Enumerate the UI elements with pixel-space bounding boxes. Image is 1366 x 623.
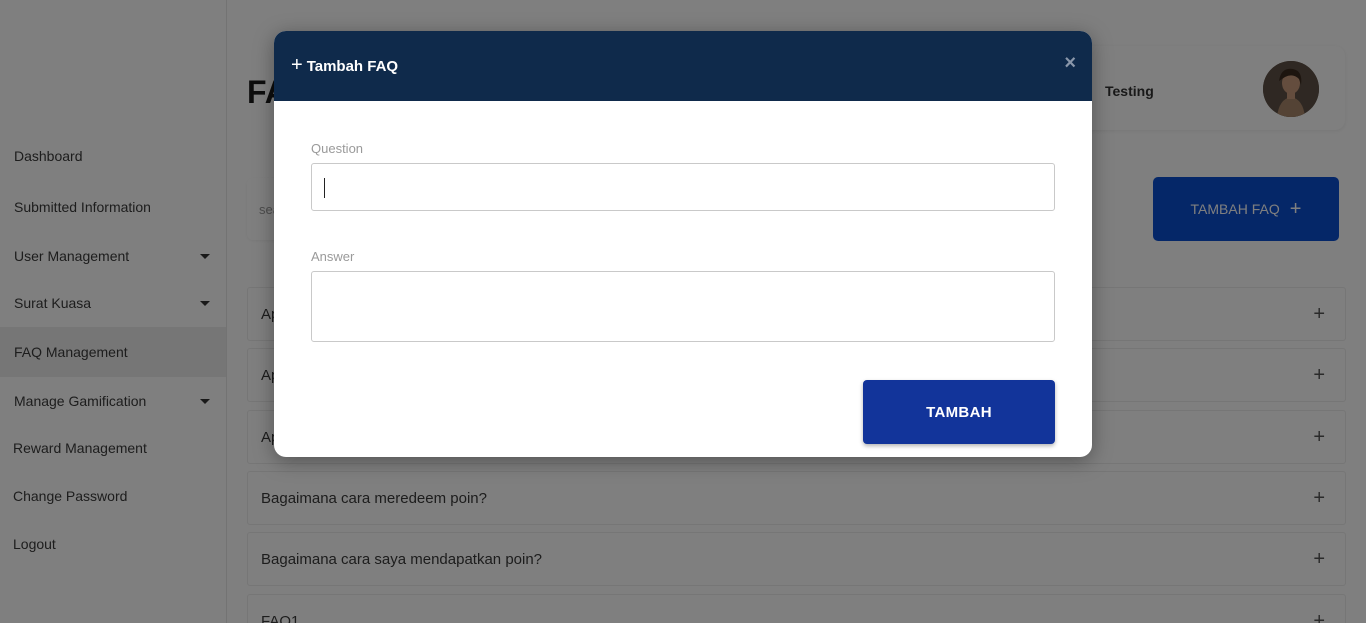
modal-title: + Tambah FAQ — [291, 53, 399, 77]
close-icon[interactable]: × — [1064, 53, 1076, 73]
text-cursor — [324, 178, 325, 198]
question-label: Question — [311, 141, 364, 156]
plus-icon: + — [291, 53, 303, 76]
modal-title-text: Tambah FAQ — [306, 57, 399, 75]
submit-button[interactable]: TAMBAH — [863, 380, 1055, 444]
modal-header: + Tambah FAQ × — [274, 31, 1092, 101]
add-faq-modal: + Tambah FAQ × Question Answer TAMBAH — [274, 31, 1092, 457]
question-input[interactable] — [311, 163, 1055, 211]
answer-label: Answer — [311, 249, 355, 264]
answer-textarea[interactable] — [311, 271, 1055, 342]
